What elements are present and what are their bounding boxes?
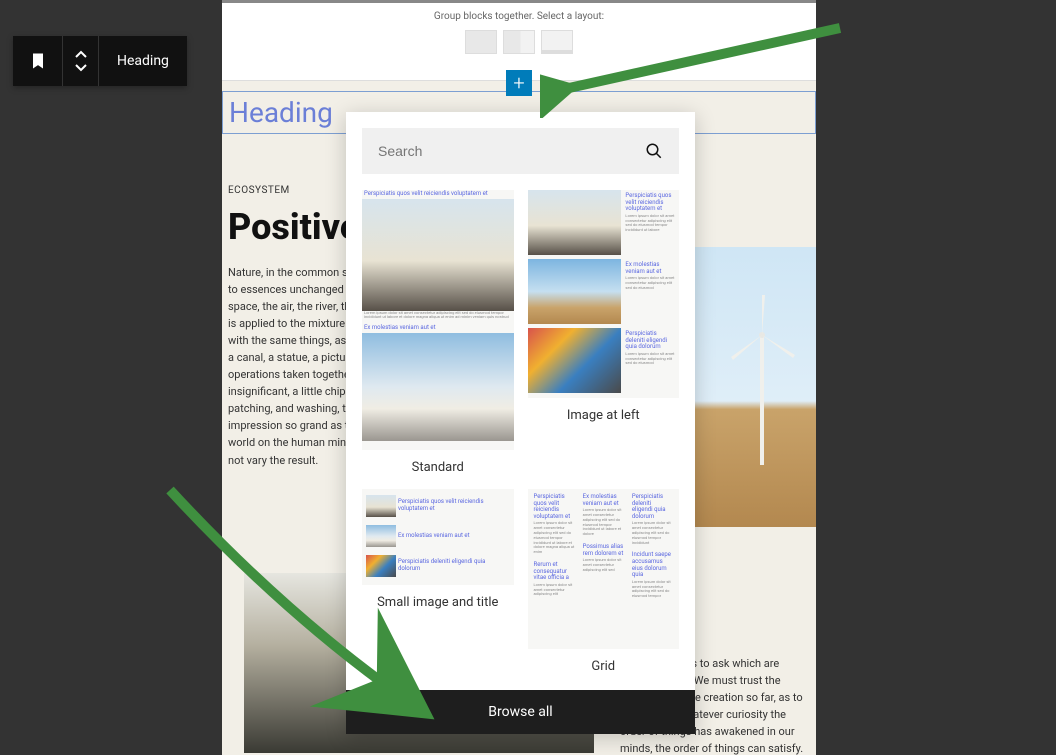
pattern-label: Small image and title (377, 595, 498, 610)
group-hint-text: Group blocks together. Select a layout: (434, 11, 604, 22)
browse-all-label: Browse all (488, 704, 552, 720)
pattern-small-image-title[interactable]: Perspiciatis quos velit reiciendis volup… (362, 489, 514, 674)
chevron-up-icon (75, 50, 87, 58)
layout-option-2[interactable] (503, 30, 535, 54)
layout-option-1[interactable] (465, 30, 497, 54)
block-inserter-button[interactable]: + (506, 70, 532, 96)
pattern-label: Grid (591, 659, 615, 674)
pattern-grid[interactable]: Perspiciatis quos velit reiciendis volup… (528, 489, 680, 674)
chevron-down-icon (75, 64, 87, 72)
block-toolbar: Heading (13, 36, 187, 86)
pattern-standard[interactable]: Perspiciatis quos velit reiciendis volup… (362, 190, 514, 475)
block-type-button[interactable] (13, 36, 63, 86)
search-input[interactable] (378, 143, 645, 159)
pattern-label: Image at left (567, 408, 640, 423)
plus-icon: + (513, 71, 524, 95)
search-icon (645, 142, 663, 160)
block-mover[interactable] (63, 36, 99, 86)
block-inserter-panel: Perspiciatis quos velit reiciendis volup… (346, 112, 695, 734)
browse-all-button[interactable]: Browse all (346, 690, 695, 734)
pattern-image-at-left[interactable]: Perspiciatis quos velit reiciendis volup… (528, 190, 680, 475)
inserter-search[interactable] (362, 128, 679, 174)
bookmark-icon (28, 51, 48, 71)
layout-option-3[interactable] (541, 30, 573, 54)
pattern-label: Standard (412, 460, 464, 475)
block-type-label: Heading (99, 53, 187, 69)
